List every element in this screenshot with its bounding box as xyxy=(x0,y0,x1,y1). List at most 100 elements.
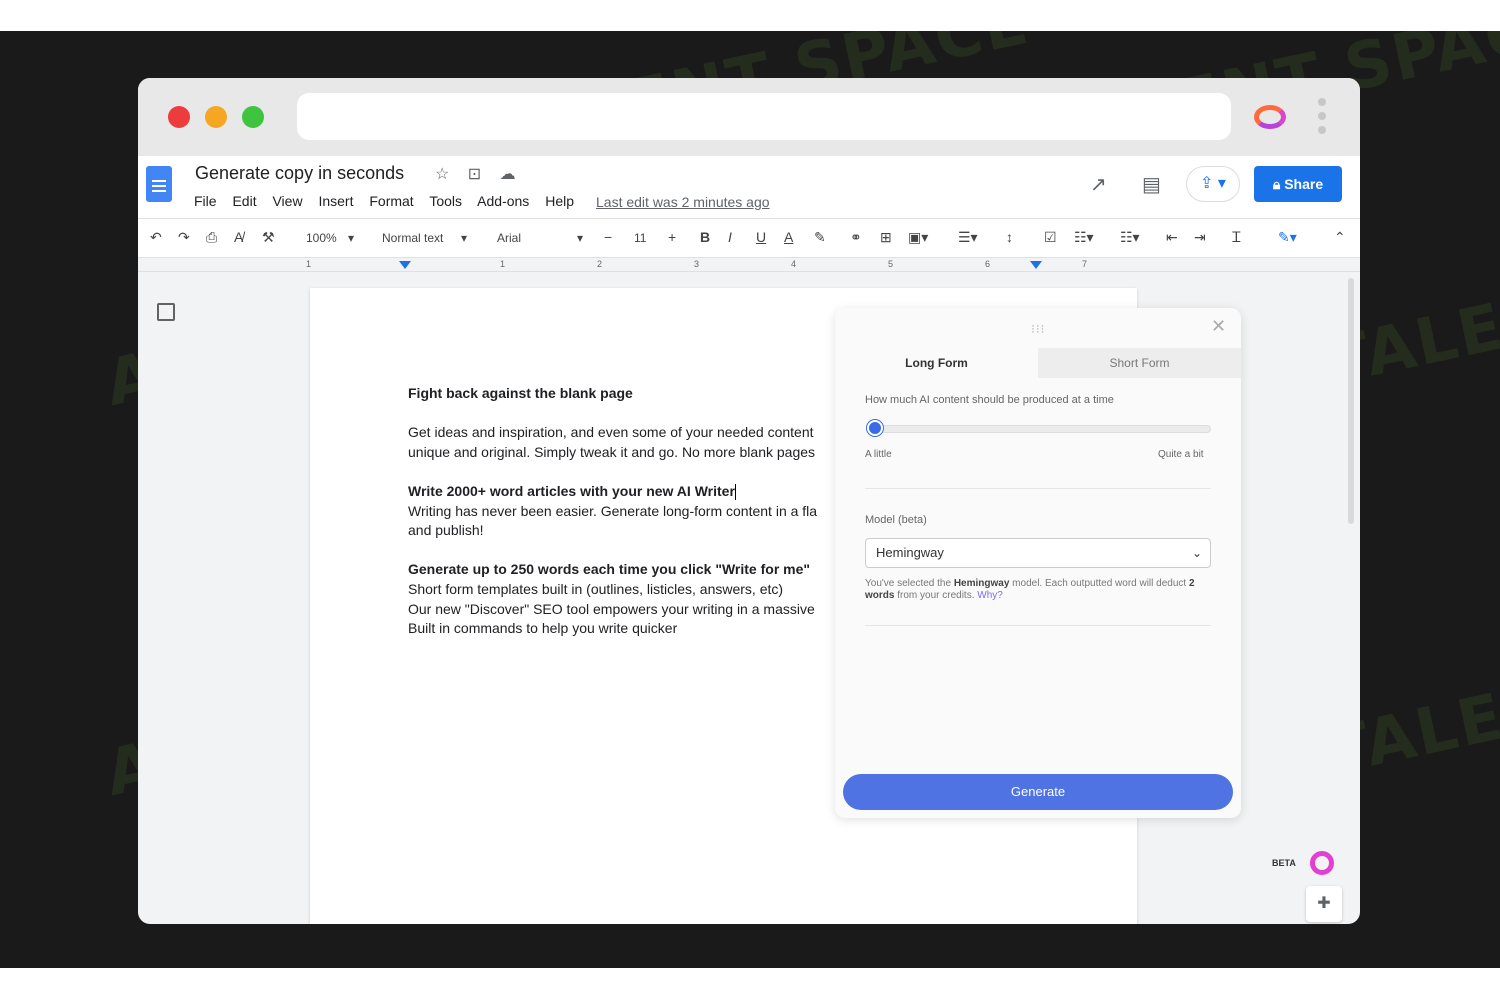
redo-icon[interactable]: ↷ xyxy=(178,229,190,246)
model-select[interactable]: Hemingway ⌄ xyxy=(865,538,1211,568)
note-text: model. Each outputted word will deduct xyxy=(1009,578,1189,589)
activity-trend-icon[interactable]: ↗ xyxy=(1090,172,1107,197)
numbered-list-icon[interactable]: ☷▾ xyxy=(1120,229,1140,246)
text-cursor xyxy=(734,484,736,501)
note-text: from your credits. xyxy=(894,590,978,601)
document-title[interactable]: Generate copy in seconds xyxy=(195,163,404,184)
document-outline-icon[interactable] xyxy=(157,303,175,321)
clear-formatting-icon[interactable]: Ꮖ xyxy=(1232,229,1241,246)
menu-addons[interactable]: Add-ons xyxy=(477,193,529,209)
share-button[interactable]: 🔒︎ Share xyxy=(1254,166,1342,202)
add-note-button[interactable]: ✚ xyxy=(1306,886,1342,922)
star-icon[interactable]: ☆ xyxy=(435,166,449,183)
generate-button[interactable]: Generate xyxy=(843,774,1233,810)
drag-handle-icon[interactable]: ⁝⁝⁝ xyxy=(1031,322,1045,336)
add-comment-icon[interactable]: ⊞ xyxy=(880,229,892,246)
paragraph-line: Get ideas and inspiration, and even some… xyxy=(408,424,814,441)
ruler-label: 2 xyxy=(597,259,603,269)
font-select[interactable]: Arial xyxy=(497,231,521,245)
cloud-status-icon[interactable]: ☁ xyxy=(500,166,516,183)
heading-write-for-me: Generate up to 250 words each time you c… xyxy=(408,561,811,578)
left-indent-marker[interactable] xyxy=(399,261,411,269)
minimize-window-dot[interactable] xyxy=(205,106,227,128)
screenshot-backdrop: AI TALENT SPACE AI TALENT SPACE AI TALEN… xyxy=(0,31,1500,968)
italic-button[interactable]: I xyxy=(728,229,732,245)
decrease-indent-icon[interactable]: ⇤ xyxy=(1166,229,1178,246)
document-body[interactable]: Fight back against the blank page Get id… xyxy=(408,384,838,639)
style-select[interactable]: Normal text xyxy=(382,231,443,245)
note-text: You've selected the xyxy=(865,578,954,589)
chevron-down-icon[interactable]: ▾ xyxy=(577,231,583,245)
menu-help[interactable]: Help xyxy=(545,193,574,209)
spellcheck-icon[interactable]: A̸ xyxy=(234,229,243,245)
divider xyxy=(865,488,1211,489)
ruler-label: 3 xyxy=(694,259,700,269)
menu-file[interactable]: File xyxy=(194,193,217,209)
assistant-logo-icon[interactable] xyxy=(1310,851,1334,875)
last-edit-link[interactable]: Last edit was 2 minutes ago xyxy=(596,194,770,210)
chevron-down-icon[interactable]: ▾ xyxy=(348,231,354,245)
collapse-toolbar-icon[interactable]: ⌃ xyxy=(1334,229,1346,246)
print-icon[interactable]: ⎙ xyxy=(206,229,217,246)
menu-view[interactable]: View xyxy=(272,193,302,209)
undo-icon[interactable]: ↶ xyxy=(150,229,162,246)
line-spacing-icon[interactable]: ↕ xyxy=(1006,229,1013,245)
menu-edit[interactable]: Edit xyxy=(232,193,256,209)
panel-tabs: Long Form Short Form xyxy=(835,348,1241,378)
list-item: Our new "Discover" SEO tool empowers you… xyxy=(408,600,815,617)
right-indent-marker[interactable] xyxy=(1030,261,1042,269)
underline-button[interactable]: U xyxy=(756,229,766,245)
present-button[interactable]: ⇪ ▾ xyxy=(1186,166,1240,202)
tab-short-form[interactable]: Short Form xyxy=(1038,348,1241,378)
browser-window: Generate copy in seconds ☆ ⊡ ☁ File Edit… xyxy=(138,78,1360,924)
paragraph-line: unique and original. Simply tweak it and… xyxy=(408,443,816,460)
lock-icon: 🔒︎ xyxy=(1272,176,1285,192)
bold-button[interactable]: B xyxy=(700,229,710,245)
comments-icon[interactable]: ▤ xyxy=(1142,172,1161,197)
decrease-font-size-button[interactable]: − xyxy=(604,229,612,245)
docs-header: Generate copy in seconds ☆ ⊡ ☁ File Edit… xyxy=(138,156,1360,218)
docs-logo-icon[interactable] xyxy=(146,166,172,202)
insert-image-icon[interactable]: ▣▾ xyxy=(908,229,928,246)
move-folder-icon[interactable]: ⊡ xyxy=(468,166,481,183)
link-icon[interactable]: ⚭ xyxy=(850,229,862,246)
list-item: Built in commands to help you write quic… xyxy=(408,620,678,637)
share-label: Share xyxy=(1284,176,1324,192)
menu-insert[interactable]: Insert xyxy=(318,193,353,209)
heading-text: Write 2000+ word articles with your new … xyxy=(408,482,735,499)
text-color-button[interactable]: A xyxy=(784,229,793,245)
align-icon[interactable]: ☰▾ xyxy=(958,229,978,246)
editing-mode-icon[interactable]: ✎▾ xyxy=(1278,229,1297,246)
paint-format-icon[interactable]: ⚒ xyxy=(262,229,275,246)
highlight-icon[interactable]: ✎ xyxy=(814,229,826,246)
menu-format[interactable]: Format xyxy=(369,193,413,209)
slider-thumb[interactable] xyxy=(867,420,883,436)
zoom-select[interactable]: 100% xyxy=(306,231,337,245)
maximize-window-dot[interactable] xyxy=(242,106,264,128)
chevron-down-icon[interactable]: ▾ xyxy=(461,231,467,245)
ruler-label: 6 xyxy=(985,259,991,269)
checklist-icon[interactable]: ☑ xyxy=(1044,229,1057,246)
tab-long-form[interactable]: Long Form xyxy=(835,348,1038,378)
ruler-label: 7 xyxy=(1082,259,1088,269)
slider-min-label: A little xyxy=(865,449,892,460)
bulleted-list-icon[interactable]: ☷▾ xyxy=(1074,229,1094,246)
ruler: 1 1 2 3 4 5 6 7 xyxy=(138,258,1360,272)
menu-tools[interactable]: Tools xyxy=(429,193,462,209)
list-item: Short form templates built in (outlines,… xyxy=(408,580,784,597)
close-icon[interactable]: ✕ xyxy=(1211,316,1226,337)
close-window-dot[interactable] xyxy=(168,106,190,128)
browser-menu-icon[interactable] xyxy=(1318,98,1328,140)
vertical-scrollbar[interactable] xyxy=(1348,278,1354,524)
address-bar[interactable] xyxy=(297,93,1231,140)
increase-font-size-button[interactable]: + xyxy=(668,229,676,245)
paragraph-line: and publish! xyxy=(408,522,484,539)
why-link[interactable]: Why? xyxy=(977,590,1003,601)
title-icons: ☆ ⊡ ☁ xyxy=(435,164,530,184)
content-amount-slider[interactable] xyxy=(867,425,1211,433)
beta-badge: BETA xyxy=(1272,858,1296,868)
extension-logo-icon[interactable] xyxy=(1254,105,1286,129)
font-size-field[interactable]: 11 xyxy=(634,231,646,245)
ruler-label: 1 xyxy=(306,259,312,269)
increase-indent-icon[interactable]: ⇥ xyxy=(1194,229,1206,246)
